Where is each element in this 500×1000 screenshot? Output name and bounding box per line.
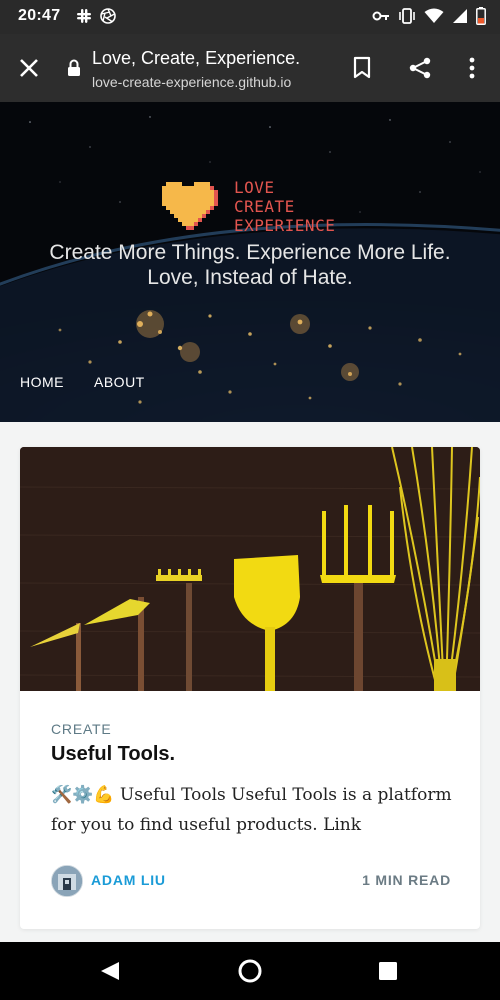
aperture-icon (100, 8, 116, 24)
tagline-line: Love, Instead of Hate. (147, 266, 353, 289)
nav-home-link[interactable]: HOME (20, 374, 64, 390)
key-icon (372, 9, 390, 23)
read-time: 1 MIN READ (362, 872, 451, 888)
garden-tools-image[interactable] (20, 447, 480, 691)
slack-icon (76, 8, 92, 24)
author-avatar[interactable] (51, 865, 83, 897)
logo-line: EXPERIENCE (234, 216, 336, 235)
post-meta: ADAM LIU 1 MIN READ (51, 865, 451, 897)
bookmark-icon[interactable] (348, 54, 376, 82)
hero-banner: LOVE CREATE EXPERIENCE Create More Thing… (0, 102, 500, 422)
home-icon[interactable] (237, 958, 263, 984)
page-title: Love, Create, Experience. (92, 48, 301, 68)
wifi-icon (424, 8, 444, 24)
author-name[interactable]: ADAM LIU (91, 872, 166, 888)
recents-icon[interactable] (375, 958, 401, 984)
system-nav-bar (0, 942, 500, 1000)
status-time: 20:47 (18, 7, 61, 24)
page-url[interactable]: love-create-experience.github.io (92, 74, 291, 90)
battery-icon (476, 7, 486, 25)
lock-icon (66, 58, 82, 78)
share-icon[interactable] (406, 54, 434, 82)
post-category[interactable]: CREATE (51, 721, 456, 737)
post-excerpt: 🛠️⚙️💪 Useful Tools Useful Tools is a pla… (51, 785, 452, 835)
back-icon[interactable] (97, 958, 123, 984)
cell-signal-icon (452, 8, 468, 24)
logo-line: CREATE (234, 197, 295, 216)
more-icon[interactable] (458, 54, 486, 82)
site-tagline: Create More Things. Experience More Life… (0, 240, 500, 290)
logo-line: LOVE (234, 178, 275, 197)
status-bar: 20:47 (0, 0, 500, 34)
logo-wordmark: LOVE CREATE EXPERIENCE (234, 178, 335, 235)
post-title[interactable]: Useful Tools. (51, 743, 456, 766)
nav-about-link[interactable]: ABOUT (94, 374, 145, 390)
tagline-line: Create More Things. Experience More Life… (49, 241, 451, 264)
post-card[interactable]: CREATE Useful Tools. 🛠️⚙️💪 Useful Tools … (20, 447, 480, 929)
pixel-heart-logo (162, 182, 218, 230)
browser-toolbar: Love, Create, Experience. love-create-ex… (0, 34, 500, 102)
close-icon[interactable] (16, 55, 42, 81)
site-nav: HOME ABOUT (20, 374, 145, 390)
vibrate-icon (398, 8, 416, 24)
